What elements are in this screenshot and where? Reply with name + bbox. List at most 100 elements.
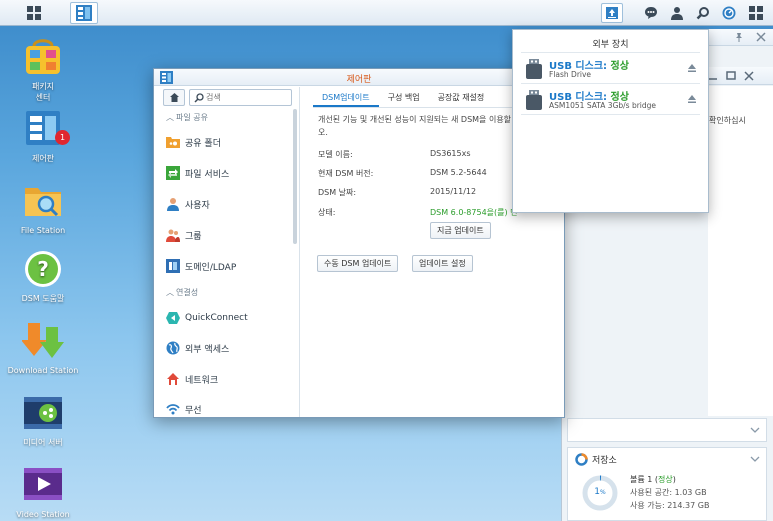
- section-header-file-sharing[interactable]: ︿ 파일 공유: [166, 112, 208, 124]
- volume-name: 볼륨 1: [630, 475, 653, 484]
- device-item[interactable]: USB 디스크: 정상 ASM1051 SATA 3Gb/s bridge: [521, 85, 704, 115]
- sidebar-item-label: 무선: [185, 405, 202, 416]
- info-label: 현재 DSM 버전:: [318, 169, 374, 178]
- video-station-icon: [22, 464, 64, 506]
- sidebar-item-label: 사용자: [185, 200, 210, 211]
- desktop-label: Download Station: [7, 366, 79, 375]
- divider: [521, 114, 700, 115]
- info-label: 모델 이름:: [318, 150, 353, 159]
- manual-dsm-update-button[interactable]: 수동 DSM 업데이트: [317, 255, 399, 272]
- storage-title: 저장소: [592, 456, 617, 466]
- update-now-button[interactable]: 지금 업데이트: [430, 222, 491, 239]
- file-services-icon: [166, 166, 180, 180]
- eject-icon[interactable]: [686, 62, 698, 74]
- badge-count: 1: [59, 133, 66, 142]
- pin-icon[interactable]: [734, 32, 744, 42]
- divider: [521, 83, 700, 84]
- search-icon: [194, 93, 204, 103]
- section-header-connectivity[interactable]: ︿ 연결성: [166, 287, 198, 299]
- info-value: DS3615xs: [430, 149, 471, 158]
- upload-icon[interactable]: [601, 3, 623, 23]
- volume-status: 정상: [658, 475, 673, 484]
- external-access-icon: [166, 341, 180, 355]
- panel-title: 외부 장치: [592, 40, 629, 50]
- info-row-date: DSM 날짜: 2015/11/12: [318, 187, 476, 198]
- sidebar-item-wireless[interactable]: 무선: [166, 399, 294, 419]
- sidebar-item-shared-folder[interactable]: 공유 폴더: [166, 132, 294, 152]
- search-icon[interactable]: [692, 3, 714, 23]
- desktop-icon-dsm-help[interactable]: ? DSM 도움말: [0, 248, 86, 304]
- desktop-label: 미디어 서버: [23, 438, 63, 447]
- desktop-icon-control-panel[interactable]: 1 제어판: [0, 108, 86, 164]
- desktop-label: DSM 도움말: [21, 294, 65, 303]
- chevron-down-icon[interactable]: [750, 425, 760, 435]
- close-icon[interactable]: [756, 32, 766, 42]
- control-panel-window-overflow: [708, 86, 773, 416]
- control-panel-window: 제어판 ︿파일 공유 공유 폴더 파일 서비스 사용자 그룹: [153, 68, 565, 418]
- status-value: DSM 6.0-8754을(를) 먼: [430, 208, 518, 217]
- sidebar-search[interactable]: [189, 89, 292, 106]
- minimize-icon[interactable]: [708, 71, 718, 81]
- desktop-label: 센터: [35, 93, 51, 102]
- sidebar-item-group[interactable]: 그룹: [166, 225, 294, 245]
- widget-icon[interactable]: [718, 3, 740, 23]
- desktop-icon-download-station[interactable]: Download Station: [0, 320, 86, 376]
- volume-label: 볼륨 1 (정상): [630, 475, 676, 484]
- eject-icon[interactable]: [686, 93, 698, 105]
- chevron-down-icon[interactable]: [750, 454, 760, 464]
- sidebar-item-label: QuickConnect: [185, 313, 248, 323]
- sidebar-item-domain-ldap[interactable]: 도메인/LDAP: [166, 256, 294, 276]
- file-station-icon: [22, 180, 64, 222]
- close-icon[interactable]: [744, 71, 754, 81]
- used-space: 사용된 공간: 1.03 GB: [630, 488, 707, 497]
- sidebar-item-external-access[interactable]: 외부 액세스: [166, 338, 294, 358]
- tab-dsm-update[interactable]: DSM업데이트: [313, 89, 379, 107]
- sidebar-item-network[interactable]: 네트워크: [166, 369, 294, 389]
- sidebar-item-quickconnect[interactable]: QuickConnect: [166, 308, 294, 328]
- sidebar-item-user[interactable]: 사용자: [166, 194, 294, 214]
- storage-percent-unit: %: [600, 489, 606, 496]
- desktop-icon-package-center[interactable]: 패키지 센터: [0, 36, 86, 103]
- wireless-icon: [166, 404, 180, 415]
- tab-config-backup[interactable]: 구성 백업: [379, 89, 429, 107]
- desktop-icon-file-station[interactable]: File Station: [0, 180, 86, 236]
- desktop-label: Video Station: [16, 510, 70, 519]
- desktop-icon-video-station[interactable]: Video Station: [0, 464, 86, 520]
- info-value: DSM 5.2-5644: [430, 168, 487, 177]
- desktop-icon-media-server[interactable]: 미디어 서버: [0, 392, 86, 448]
- main-menu-icon[interactable]: [20, 2, 48, 24]
- device-description: ASM1051 SATA 3Gb/s bridge: [549, 101, 657, 110]
- home-icon: [169, 93, 179, 102]
- tab-factory-reset[interactable]: 공장값 재설정: [429, 89, 494, 107]
- home-button[interactable]: [163, 89, 185, 106]
- storage-percent: 1%: [581, 487, 619, 497]
- control-panel-sidebar: ︿파일 공유 공유 폴더 파일 서비스 사용자 그룹 도메인/LDAP ︿연결성…: [154, 87, 300, 417]
- sidebar-item-file-services[interactable]: 파일 서비스: [166, 163, 294, 183]
- search-input[interactable]: [206, 91, 288, 104]
- dsm-help-icon: ?: [22, 248, 64, 290]
- chevron-up-icon: ︿: [166, 113, 174, 122]
- collapsed-widget[interactable]: [567, 418, 767, 442]
- device-status: 정상: [610, 61, 629, 72]
- device-item[interactable]: USB 디스크: 정상 Flash Drive: [521, 54, 704, 84]
- control-panel-titlebar[interactable]: 제어판: [154, 69, 564, 86]
- desktop-label: 제어판: [31, 154, 55, 163]
- window-title: 제어판: [346, 75, 372, 85]
- divider: [521, 52, 700, 53]
- network-icon: [167, 373, 179, 385]
- sidebar-item-label: 파일 서비스: [185, 169, 230, 180]
- user-icon[interactable]: [666, 3, 688, 23]
- info-label: DSM 날짜:: [318, 188, 357, 197]
- maximize-icon[interactable]: [726, 71, 736, 81]
- package-center-icon: [22, 36, 64, 78]
- sidebar-item-label: 그룹: [185, 231, 202, 242]
- section-label: 연결성: [176, 288, 199, 297]
- message-icon[interactable]: [640, 3, 662, 23]
- control-panel-icon: 1: [22, 108, 70, 150]
- info-row-status: 상태: DSM 6.0-8754을(를) 먼: [318, 207, 518, 218]
- control-panel-icon[interactable]: [70, 2, 98, 24]
- sidebar-item-label: 네트워크: [185, 375, 219, 386]
- options-icon[interactable]: [745, 3, 767, 23]
- update-settings-button[interactable]: 업데이트 설정: [412, 255, 473, 272]
- storage-icon: [575, 453, 588, 466]
